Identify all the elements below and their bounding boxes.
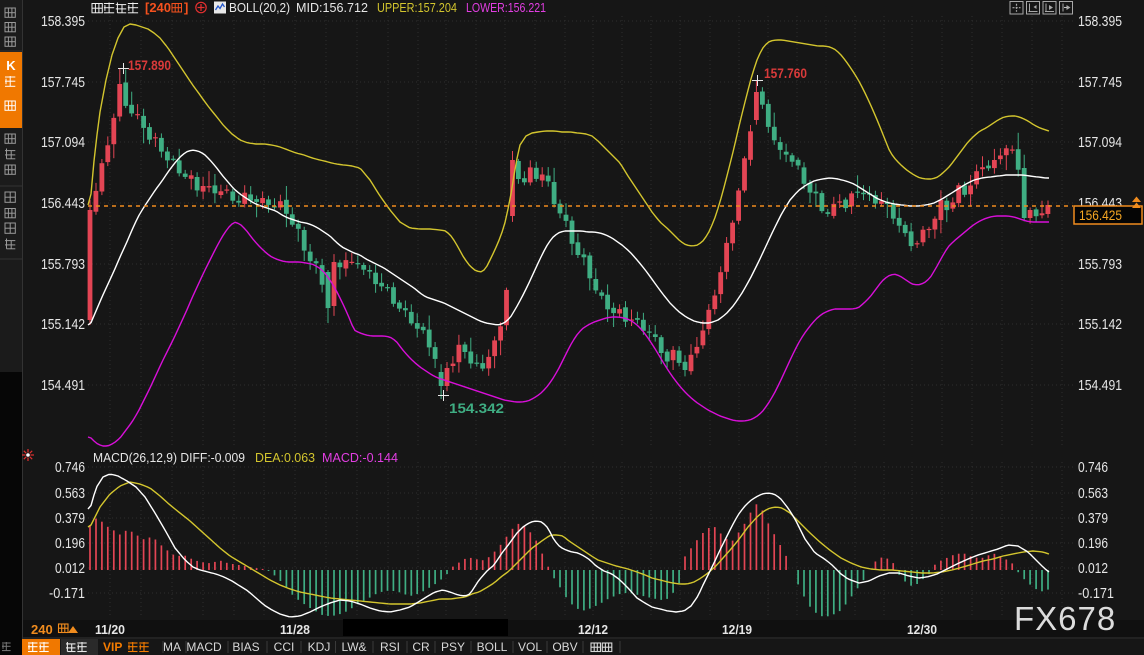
svg-text:154.342: 154.342 [449,401,504,416]
svg-text:157.760: 157.760 [764,66,807,81]
svg-text:157.094: 157.094 [41,135,85,151]
svg-text:11/20: 11/20 [95,623,125,637]
svg-text:BIAS: BIAS [232,640,259,654]
svg-text:OBV: OBV [552,640,577,654]
svg-text:BOLL: BOLL [477,640,508,654]
svg-text:156.443: 156.443 [41,196,85,212]
svg-text:MACD:-0.144: MACD:-0.144 [322,451,398,465]
svg-text:UPPER:157.204: UPPER:157.204 [377,1,457,15]
svg-text:155.142: 155.142 [41,317,85,333]
svg-text:BOLL(20,2): BOLL(20,2) [229,1,290,15]
svg-text:12/12: 12/12 [578,623,608,637]
svg-text:156.425: 156.425 [1079,207,1122,223]
svg-text:154.491: 154.491 [1078,378,1122,394]
svg-text:157.745: 157.745 [1078,75,1122,91]
svg-text:11/28: 11/28 [280,623,310,637]
svg-text:0.012: 0.012 [55,561,85,577]
svg-text:155.793: 155.793 [41,257,85,273]
svg-text:CCI: CCI [274,640,295,654]
svg-text:157.094: 157.094 [1078,135,1122,151]
svg-text:12/19: 12/19 [722,623,752,637]
svg-text:0.746: 0.746 [1078,460,1108,476]
svg-text:LW&: LW& [341,640,366,654]
svg-text:K: K [6,58,16,73]
svg-text:FX678: FX678 [1014,600,1116,637]
svg-text:VOL: VOL [518,640,542,654]
svg-text:[240: [240 [145,0,171,15]
svg-text:CR: CR [412,640,430,654]
svg-text:VIP: VIP [103,640,122,654]
svg-text:0.196: 0.196 [1078,536,1108,552]
svg-text:KDJ: KDJ [308,640,331,654]
svg-text:MACD: MACD [186,640,222,654]
svg-text:0.379: 0.379 [1078,511,1108,527]
svg-text:MACD(26,12,9) DIFF:-0.009: MACD(26,12,9) DIFF:-0.009 [93,451,245,465]
svg-text:157.745: 157.745 [41,75,85,91]
svg-text:0.563: 0.563 [1078,486,1108,502]
svg-text:12/30: 12/30 [907,623,937,637]
svg-text:155.793: 155.793 [1078,257,1122,273]
svg-text:PSY: PSY [441,640,465,654]
svg-text:155.142: 155.142 [1078,317,1122,333]
svg-text:0.746: 0.746 [55,460,85,476]
svg-text:0.563: 0.563 [55,486,85,502]
svg-text:LOWER:156.221: LOWER:156.221 [466,1,546,15]
svg-text:DEA:0.063: DEA:0.063 [255,451,315,465]
svg-text:RSI: RSI [380,640,400,654]
svg-text:240: 240 [31,622,53,637]
svg-text:157.890: 157.890 [128,58,171,73]
svg-text:MA: MA [163,640,181,654]
svg-text:-0.171: -0.171 [49,586,85,602]
svg-text:158.395: 158.395 [41,14,85,30]
svg-text:154.491: 154.491 [41,378,85,394]
svg-text:158.395: 158.395 [1078,14,1122,30]
svg-text:MID:156.712: MID:156.712 [296,1,368,15]
svg-text:0.012: 0.012 [1078,561,1108,577]
svg-text:0.196: 0.196 [55,536,85,552]
svg-text:]: ] [184,0,188,15]
svg-text:0.379: 0.379 [55,511,85,527]
